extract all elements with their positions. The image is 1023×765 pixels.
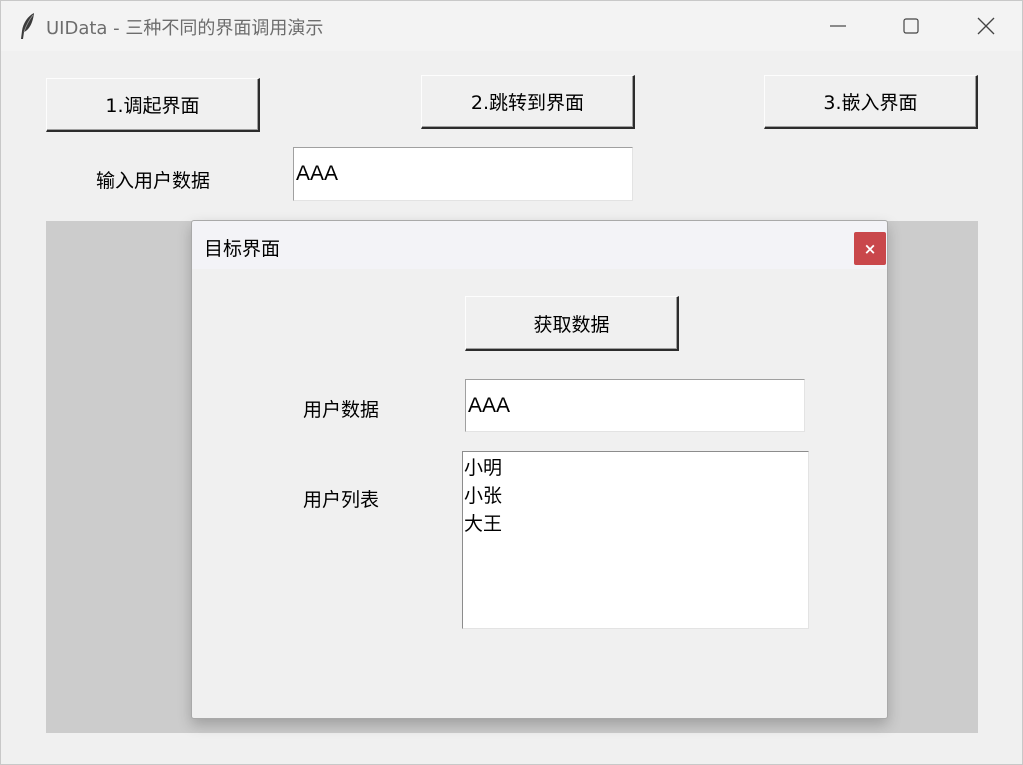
list-item[interactable]: 大王 <box>463 511 808 539</box>
user-data-input[interactable]: AAA <box>293 147 633 201</box>
dialog-title-bar[interactable]: 目标界面 × <box>192 221 887 269</box>
user-data-input-label: 输入用户数据 <box>96 170 211 192</box>
title-bar[interactable]: UIData - 三种不同的界面调用演示 <box>1 1 1022 51</box>
maximize-icon <box>903 18 919 34</box>
close-window-button[interactable] <box>949 1 1023 51</box>
feather-icon <box>19 12 37 40</box>
target-dialog: 目标界面 × 获取数据 用户数据 AAA 用户列表 小明 小张 大王 <box>191 220 888 719</box>
minimize-icon <box>830 25 846 27</box>
embed-interface-button[interactable]: 3.嵌入界面 <box>764 75 978 129</box>
dialog-title: 目标界面 <box>204 238 281 260</box>
main-window: UIData - 三种不同的界面调用演示 1.调起界面 2.跳转到界面 3.嵌入… <box>0 0 1023 765</box>
invoke-interface-button[interactable]: 1.调起界面 <box>46 78 260 132</box>
window-title: UIData - 三种不同的界面调用演示 <box>46 18 324 39</box>
close-icon: × <box>863 239 877 258</box>
user-list-label: 用户列表 <box>303 489 380 511</box>
dialog-close-button[interactable]: × <box>854 232 886 265</box>
close-icon <box>977 17 995 35</box>
user-data-label: 用户数据 <box>303 399 380 421</box>
minimize-button[interactable] <box>801 1 875 51</box>
maximize-button[interactable] <box>874 1 948 51</box>
get-data-button[interactable]: 获取数据 <box>465 296 679 351</box>
list-item[interactable]: 小明 <box>463 455 808 483</box>
user-listbox[interactable]: 小明 小张 大王 <box>462 451 809 629</box>
jump-to-interface-button[interactable]: 2.跳转到界面 <box>421 75 635 129</box>
user-data-field[interactable]: AAA <box>465 379 805 432</box>
list-item[interactable]: 小张 <box>463 483 808 511</box>
